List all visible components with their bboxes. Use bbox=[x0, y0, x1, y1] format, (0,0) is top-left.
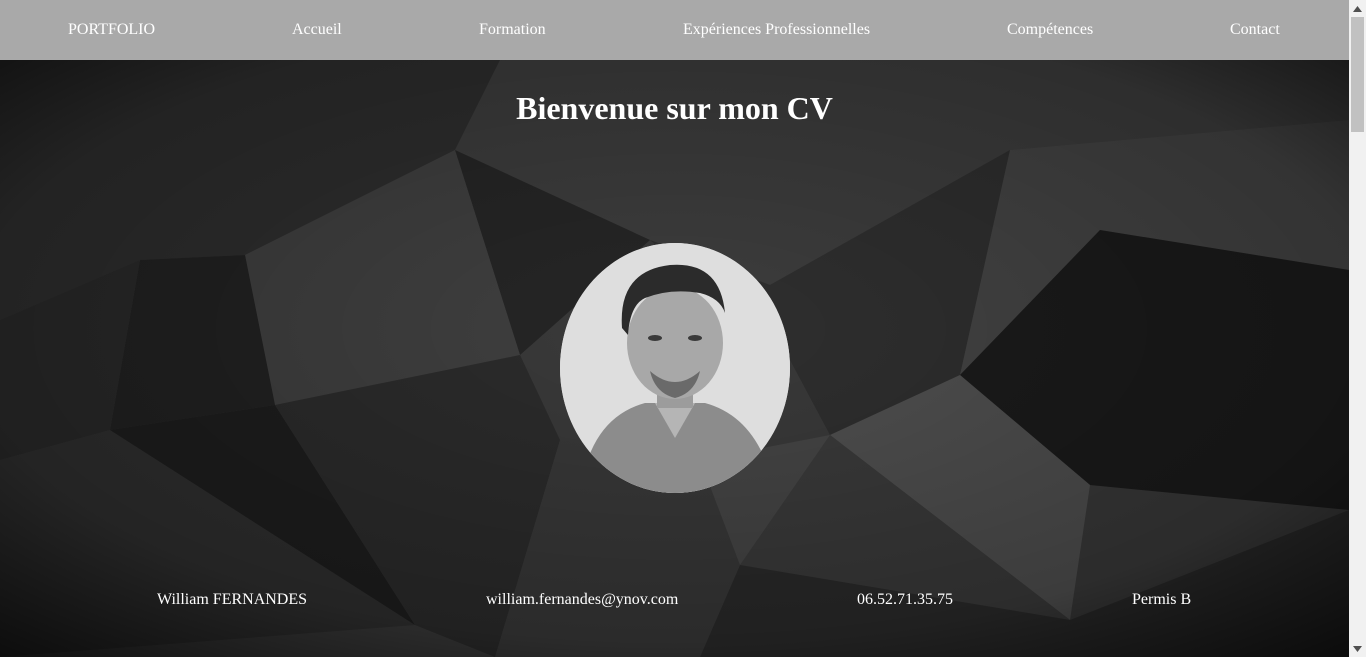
nav-item-experiences[interactable]: Expériences Professionnelles bbox=[683, 20, 870, 40]
nav-item-formation[interactable]: Formation bbox=[479, 20, 546, 40]
contact-name: William FERNANDES bbox=[157, 591, 308, 608]
avatar bbox=[560, 243, 790, 493]
hero-section: Bienvenue sur mon CV William FERNANDES w… bbox=[0, 60, 1349, 657]
page-title: Bienvenue sur mon CV bbox=[516, 90, 833, 126]
top-navbar: PORTFOLIO Accueil Formation Expériences … bbox=[0, 0, 1349, 60]
caret-down-icon[interactable] bbox=[1349, 640, 1366, 657]
avatar-photo bbox=[560, 243, 790, 493]
nav-item-contact[interactable]: Contact bbox=[1230, 20, 1280, 40]
page: PORTFOLIO Accueil Formation Expériences … bbox=[0, 0, 1349, 657]
scrollbar-thumb[interactable] bbox=[1351, 17, 1364, 132]
caret-up-icon[interactable] bbox=[1349, 0, 1366, 17]
contact-license: Permis B bbox=[1132, 591, 1192, 608]
contact-phone: 06.52.71.35.75 bbox=[857, 591, 953, 608]
vertical-scrollbar[interactable] bbox=[1349, 0, 1366, 657]
nav-item-competences[interactable]: Compétences bbox=[1007, 20, 1093, 40]
nav-brand-portfolio[interactable]: PORTFOLIO bbox=[68, 20, 155, 40]
contact-email: william.fernandes@ynov.com bbox=[486, 591, 679, 608]
nav-item-accueil[interactable]: Accueil bbox=[292, 20, 342, 40]
